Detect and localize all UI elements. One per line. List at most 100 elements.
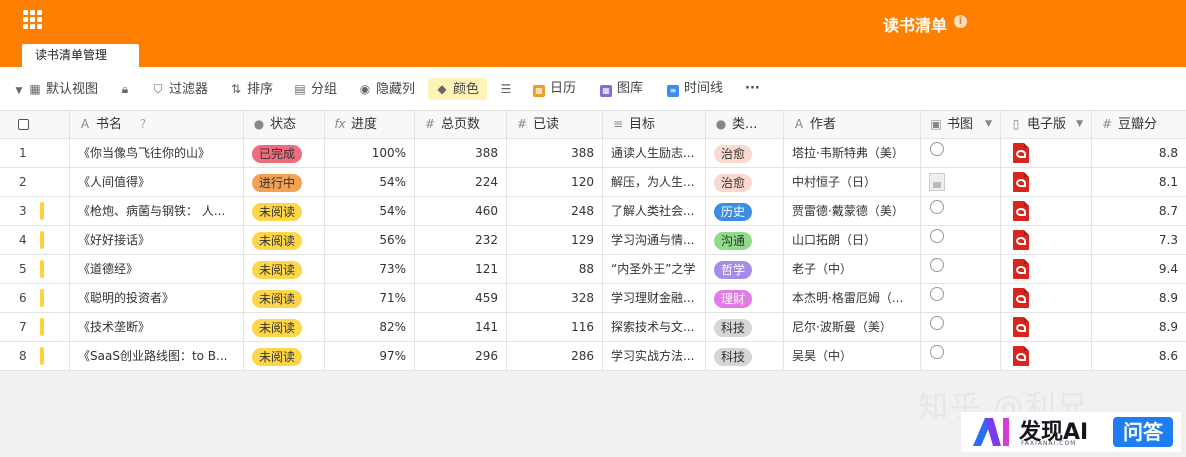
row-number-cell[interactable]: 2	[0, 168, 70, 196]
pdf-icon[interactable]	[1013, 230, 1029, 250]
row-number-cell[interactable]: 7	[0, 313, 70, 341]
author-cell[interactable]: 贾雷德·戴蒙德（美）	[784, 197, 921, 225]
cover-cell[interactable]	[921, 255, 1001, 283]
book-name-cell[interactable]: 《好好接话》	[70, 226, 244, 254]
pdf-icon[interactable]	[1013, 317, 1029, 337]
cover-cell[interactable]	[921, 342, 1001, 370]
read-cell[interactable]: 116	[507, 313, 603, 341]
column-header-category[interactable]: ● 类...	[706, 111, 784, 138]
column-header-pages[interactable]: # 总页数	[415, 111, 507, 138]
category-cell[interactable]: 治愈	[706, 168, 784, 196]
pages-cell[interactable]: 232	[415, 226, 507, 254]
read-cell[interactable]: 388	[507, 139, 603, 167]
sort-button[interactable]: ⇅ 排序	[228, 80, 273, 98]
progress-cell[interactable]: 100%	[325, 139, 415, 167]
empty-image-icon[interactable]	[930, 316, 944, 330]
status-cell[interactable]: 未阅读	[244, 255, 325, 283]
goal-cell[interactable]: 了解人类社会...	[603, 197, 706, 225]
tab-reading-list[interactable]: 读书清单管理	[22, 44, 139, 67]
status-cell[interactable]: 未阅读	[244, 342, 325, 370]
goal-cell[interactable]: 探索技术与文...	[603, 313, 706, 341]
calendar-view-button[interactable]: ▦ 日历	[533, 80, 576, 98]
read-cell[interactable]: 248	[507, 197, 603, 225]
douban-score-cell[interactable]: 8.9	[1092, 313, 1186, 341]
pages-cell[interactable]: 388	[415, 139, 507, 167]
book-name-cell[interactable]: 《你当像鸟飞往你的山》	[70, 139, 244, 167]
ebook-cell[interactable]	[1001, 139, 1092, 167]
column-header-name[interactable]: A 书名 ?	[70, 111, 244, 138]
status-cell[interactable]: 未阅读	[244, 284, 325, 312]
gallery-view-button[interactable]: ▦ 图库	[600, 80, 643, 98]
column-header-cover[interactable]: ▣ 书图 ▼	[921, 111, 1001, 138]
category-cell[interactable]: 理财	[706, 284, 784, 312]
cover-cell[interactable]	[921, 168, 1001, 196]
category-cell[interactable]: 沟通	[706, 226, 784, 254]
goal-cell[interactable]: 解压，为人生...	[603, 168, 706, 196]
douban-score-cell[interactable]: 8.6	[1092, 342, 1186, 370]
read-cell[interactable]: 328	[507, 284, 603, 312]
row-number-cell[interactable]: 4	[0, 226, 70, 254]
row-number-cell[interactable]: 1	[0, 139, 70, 167]
row-height-button[interactable]: ☰	[498, 80, 517, 98]
douban-score-cell[interactable]: 8.1	[1092, 168, 1186, 196]
cover-cell[interactable]	[921, 197, 1001, 225]
filter-button[interactable]: ⛉ 过滤器	[150, 80, 208, 98]
table-row[interactable]: 4 《好好接话》 未阅读 56% 232 129 学习沟通与情... 沟通 山口拓朗（日） 7.3	[0, 226, 1186, 255]
column-header-douban[interactable]: # 豆瓣分	[1092, 111, 1186, 138]
status-cell[interactable]: 未阅读	[244, 226, 325, 254]
ebook-cell[interactable]	[1001, 313, 1092, 341]
table-row[interactable]: 8 《SaaS创业路线图：to B... 未阅读 97% 296 286 学习实战方法...…	[0, 342, 1186, 371]
timeline-view-button[interactable]: ≡ 时间线	[667, 80, 723, 98]
help-icon[interactable]: ?	[136, 111, 150, 138]
row-number-cell[interactable]: 3	[0, 197, 70, 225]
row-number-cell[interactable]: 5	[0, 255, 70, 283]
cover-cell[interactable]	[921, 226, 1001, 254]
column-header-author[interactable]: A 作者	[784, 111, 921, 138]
status-cell[interactable]: 进行中	[244, 168, 325, 196]
author-cell[interactable]: 吴昊（中）	[784, 342, 921, 370]
douban-score-cell[interactable]: 9.4	[1092, 255, 1186, 283]
empty-image-icon[interactable]	[930, 200, 944, 214]
ebook-cell[interactable]	[1001, 197, 1092, 225]
progress-cell[interactable]: 97%	[325, 342, 415, 370]
goal-cell[interactable]: 学习实战方法...	[603, 342, 706, 370]
pages-cell[interactable]: 460	[415, 197, 507, 225]
qa-button[interactable]: 问答	[1113, 417, 1173, 447]
book-name-cell[interactable]: 《道德经》	[70, 255, 244, 283]
cover-cell[interactable]	[921, 313, 1001, 341]
pdf-icon[interactable]	[1013, 288, 1029, 308]
lock-button[interactable]: 🔒︎	[117, 80, 136, 98]
category-cell[interactable]: 科技	[706, 342, 784, 370]
book-name-cell[interactable]: 《SaaS创业路线图：to B...	[70, 342, 244, 370]
empty-image-icon[interactable]	[930, 258, 944, 272]
goal-cell[interactable]: 学习沟通与情...	[603, 226, 706, 254]
status-cell[interactable]: 未阅读	[244, 197, 325, 225]
pages-cell[interactable]: 224	[415, 168, 507, 196]
table-row[interactable]: 3 《枪炮、病菌与钢铁： 人... 未阅读 54% 460 248 了解人类社会... 历史 贾…	[0, 197, 1186, 226]
table-row[interactable]: 7 《技术垄断》 未阅读 82% 141 116 探索技术与文... 科技 尼尔·波斯曼（美） 8…	[0, 313, 1186, 342]
ebook-cell[interactable]	[1001, 226, 1092, 254]
row-number-cell[interactable]: 8	[0, 342, 70, 370]
pdf-icon[interactable]	[1013, 143, 1029, 163]
chevron-down-icon[interactable]: ▼	[985, 111, 992, 138]
category-cell[interactable]: 科技	[706, 313, 784, 341]
ebook-cell[interactable]	[1001, 168, 1092, 196]
hide-columns-button[interactable]: ◉ 隐藏列	[357, 80, 415, 98]
pages-cell[interactable]: 459	[415, 284, 507, 312]
status-cell[interactable]: 已完成	[244, 139, 325, 167]
douban-score-cell[interactable]: 7.3	[1092, 226, 1186, 254]
cover-cell[interactable]	[921, 139, 1001, 167]
book-name-cell[interactable]: 《聪明的投资者》	[70, 284, 244, 312]
table-row[interactable]: 6 《聪明的投资者》 未阅读 71% 459 328 学习理财金融... 理财 本杰明·格雷厄姆…	[0, 284, 1186, 313]
column-header-goal[interactable]: ≡ 目标	[603, 111, 706, 138]
empty-image-icon[interactable]	[930, 142, 944, 156]
progress-cell[interactable]: 82%	[325, 313, 415, 341]
progress-cell[interactable]: 54%	[325, 168, 415, 196]
progress-cell[interactable]: 71%	[325, 284, 415, 312]
author-cell[interactable]: 尼尔·波斯曼（美）	[784, 313, 921, 341]
douban-score-cell[interactable]: 8.7	[1092, 197, 1186, 225]
progress-cell[interactable]: 56%	[325, 226, 415, 254]
view-selector[interactable]: ▼ ▦ 默认视图	[14, 80, 98, 98]
empty-image-icon[interactable]	[930, 287, 944, 301]
category-cell[interactable]: 历史	[706, 197, 784, 225]
